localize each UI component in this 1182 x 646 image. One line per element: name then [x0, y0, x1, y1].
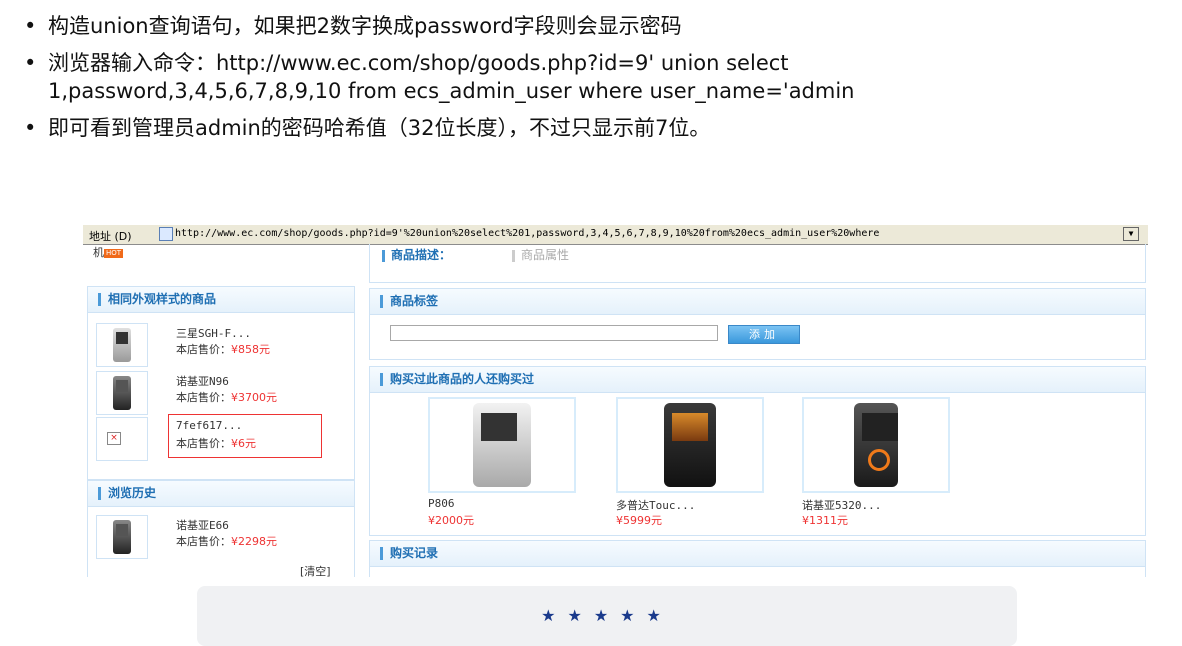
- product-image[interactable]: [428, 397, 576, 493]
- product-thumb[interactable]: [96, 371, 148, 415]
- purchase-record-panel: 购买记录: [369, 540, 1146, 577]
- tab-description[interactable]: 商品描述：: [382, 246, 451, 263]
- panel-header: 购买过此商品的人还购买过: [370, 367, 1145, 393]
- product-price: ¥2000元: [428, 514, 474, 527]
- panel-header: 浏览历史: [88, 481, 354, 507]
- clear-history-link[interactable]: [清空]: [300, 563, 331, 577]
- also-bought-panel: 购买过此商品的人还购买过 P806 ¥2000元 多普达Touc... ¥599…: [369, 366, 1146, 536]
- prev-item-name: 机 HOT: [93, 246, 124, 259]
- broken-image-icon: ×: [107, 432, 121, 445]
- item-name[interactable]: 诺基亚N96: [176, 373, 229, 389]
- product-name[interactable]: 诺基亚5320...: [802, 497, 881, 513]
- item-name[interactable]: 诺基亚E66: [176, 517, 229, 533]
- product-name[interactable]: 多普达Touc...: [616, 497, 695, 513]
- product-image[interactable]: [802, 397, 950, 493]
- tags-panel: 商品标签 添加: [369, 288, 1146, 360]
- star-rating[interactable]: ★★★★★: [197, 606, 1017, 625]
- tag-input[interactable]: [390, 325, 718, 341]
- product-thumb[interactable]: [96, 515, 148, 559]
- address-bar: 地址 (D) http://www.ec.com/shop/goods.php?…: [83, 225, 1148, 245]
- tab-row: 商品描述： 商品属性: [369, 244, 1146, 283]
- add-tag-button[interactable]: 添加: [728, 325, 800, 344]
- product-thumb[interactable]: [96, 323, 148, 367]
- history-panel: 浏览历史 诺基亚E66 本店售价：¥2298元 [清空]: [87, 480, 355, 577]
- panel-header: 购买记录: [370, 541, 1145, 567]
- product-price: ¥1311元: [802, 514, 848, 527]
- browser-screenshot: 地址 (D) http://www.ec.com/shop/goods.php?…: [83, 225, 1148, 577]
- slide-bullets: • 构造union查询语句，如果把2数字换成password字段则会显示密码 • 浏…: [22, 12, 1162, 151]
- tab-attributes[interactable]: 商品属性: [512, 246, 569, 263]
- bullet-3: • 即可看到管理员admin的密码哈希值（32位长度），不过只显示前7位。: [24, 116, 711, 140]
- bullet-1: • 构造union查询语句，如果把2数字换成password字段则会显示密码: [24, 14, 682, 38]
- hot-tag: HOT: [104, 248, 124, 258]
- product-price: ¥5999元: [616, 514, 662, 527]
- product-image[interactable]: [616, 397, 764, 493]
- address-label: 地址 (D): [89, 230, 132, 243]
- item-price: 本店售价：¥6元: [176, 437, 256, 450]
- left-column: 机 HOT 相同外观样式的商品 三星SGH-F... 本店售价：¥858元 诺基亚…: [87, 244, 355, 577]
- bullet-2: • 浏览器输入命令：http://www.ec.com/shop/goods.ph…: [24, 51, 855, 103]
- product-name[interactable]: P806: [428, 497, 455, 510]
- chevron-down-icon[interactable]: ▼: [1123, 227, 1139, 241]
- panel-header: 商品标签: [370, 289, 1145, 315]
- product-thumb[interactable]: ×: [96, 417, 148, 461]
- item-name[interactable]: 三星SGH-F...: [176, 325, 251, 341]
- rating-bar: ★★★★★: [197, 586, 1017, 646]
- item-price: 本店售价：¥3700元: [176, 391, 277, 404]
- item-price: 本店售价：¥858元: [176, 343, 270, 356]
- item-price: 本店售价：¥2298元: [176, 535, 277, 548]
- url-field[interactable]: http://www.ec.com/shop/goods.php?id=9'%2…: [175, 228, 1117, 239]
- list-item[interactable]: 三星SGH-F... 本店售价：¥858元: [96, 323, 352, 367]
- similar-panel: 相同外观样式的商品 三星SGH-F... 本店售价：¥858元 诺基亚N96 本…: [87, 286, 355, 480]
- list-item[interactable]: × 7fef617... 本店售价：¥6元: [96, 414, 352, 461]
- item-name[interactable]: 7fef617...: [176, 419, 242, 432]
- panel-header: 相同外观样式的商品: [88, 287, 354, 313]
- page-icon: [159, 227, 173, 241]
- list-item[interactable]: 诺基亚N96 本店售价：¥3700元: [96, 371, 352, 415]
- list-item[interactable]: 诺基亚E66 本店售价：¥2298元: [96, 515, 352, 559]
